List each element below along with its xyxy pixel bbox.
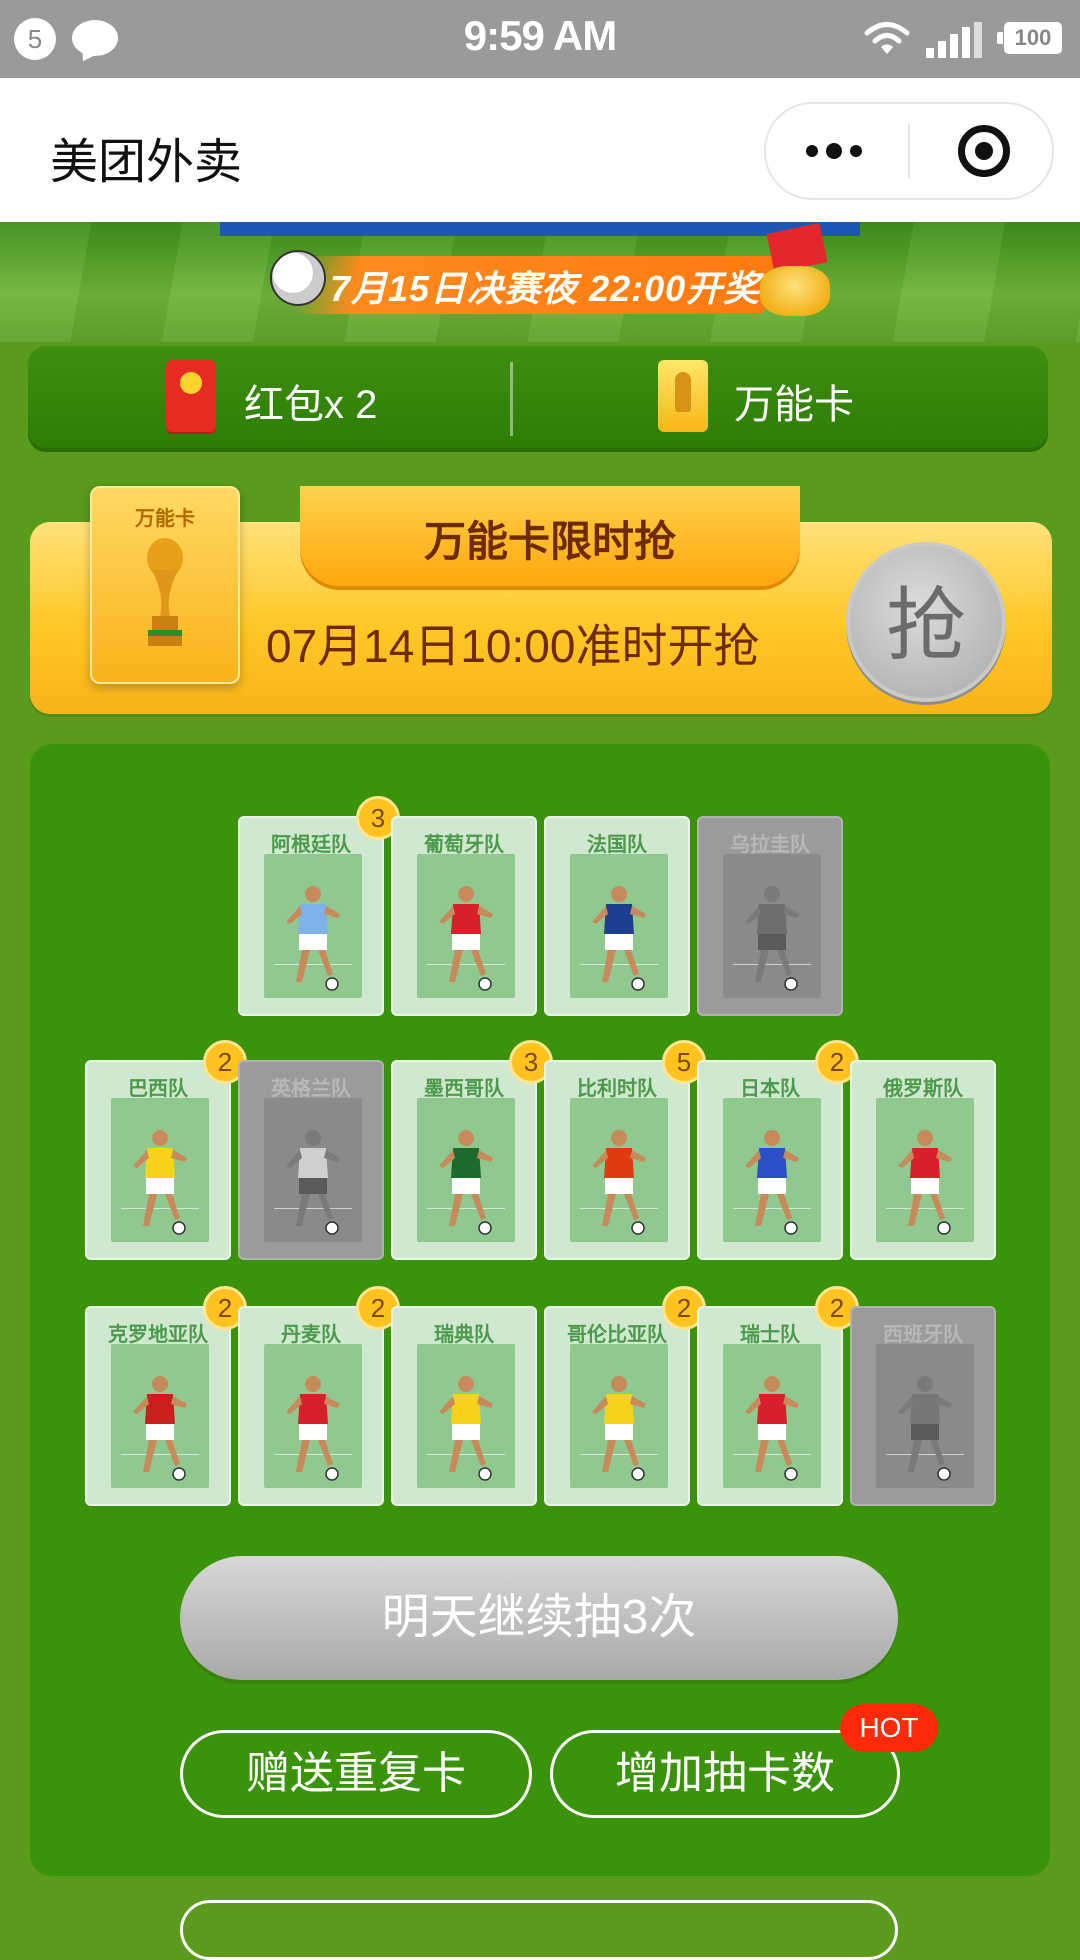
card-field <box>570 1098 668 1242</box>
gold-coins-icon <box>760 266 830 316</box>
gift-duplicate-card-button[interactable]: 赠送重复卡 <box>180 1730 532 1818</box>
banner-top-strip <box>220 222 860 236</box>
wild-card-label[interactable]: 万能卡 <box>734 372 854 430</box>
team-card[interactable]: 巴西队 2 <box>85 1040 247 1260</box>
world-cup-banner: 7月15日决赛夜 22:00开奖 <box>0 222 1080 342</box>
card-field <box>264 854 362 998</box>
card-field <box>570 854 668 998</box>
card-field <box>264 1098 362 1242</box>
card-field <box>417 1098 515 1242</box>
team-card[interactable]: 英格兰队 <box>238 1060 384 1260</box>
player-figure-icon <box>286 1376 340 1481</box>
player-figure-icon <box>133 1376 187 1481</box>
team-card[interactable]: 俄罗斯队 <box>850 1060 996 1260</box>
player-figure-icon <box>898 1130 952 1235</box>
wild-card-image-label: 万能卡 <box>135 508 195 530</box>
team-card[interactable]: 瑞士队 2 <box>697 1286 859 1506</box>
player-figure-icon <box>745 886 799 991</box>
team-name: 俄罗斯队 <box>883 1078 963 1100</box>
team-name: 乌拉圭队 <box>730 834 810 856</box>
team-name: 西班牙队 <box>883 1324 963 1346</box>
player-figure-icon <box>439 886 493 991</box>
draw-card-button[interactable]: 明天继续抽3次 <box>180 1556 898 1680</box>
card-field <box>570 1344 668 1488</box>
red-packet-icon <box>166 360 216 432</box>
title-bar: 美团外卖 <box>0 78 1080 222</box>
wifi-icon <box>864 22 910 54</box>
team-name: 瑞典队 <box>434 1324 494 1346</box>
player-figure-icon <box>439 1130 493 1235</box>
card-field <box>111 1098 209 1242</box>
flash-sale-title: 万能卡限时抢 <box>423 518 676 565</box>
battery-icon: 100 <box>997 22 1062 54</box>
card-field <box>876 1344 974 1488</box>
close-circle-icon[interactable] <box>958 125 1010 177</box>
red-packet-count[interactable]: 红包x 2 <box>244 372 377 430</box>
team-card[interactable]: 丹麦队 2 <box>238 1286 400 1506</box>
team-card[interactable]: 瑞典队 <box>391 1306 537 1506</box>
player-figure-icon <box>745 1376 799 1481</box>
bottom-partial-button[interactable] <box>180 1900 898 1960</box>
capsule-divider <box>908 124 910 178</box>
team-card[interactable]: 葡萄牙队 <box>391 816 537 1016</box>
mini-program-capsule <box>764 102 1054 200</box>
team-card[interactable]: 法国队 <box>544 816 690 1016</box>
player-figure-icon <box>898 1376 952 1481</box>
player-figure-icon <box>133 1130 187 1235</box>
card-field <box>723 1344 821 1488</box>
player-figure-icon <box>745 1130 799 1235</box>
team-card[interactable]: 乌拉圭队 <box>697 816 843 1016</box>
more-icon[interactable] <box>806 142 870 160</box>
card-field <box>417 854 515 998</box>
card-field <box>111 1344 209 1488</box>
team-name: 葡萄牙队 <box>424 834 504 856</box>
player-figure-icon <box>592 1376 646 1481</box>
hot-badge: HOT <box>840 1704 938 1752</box>
card-field <box>417 1344 515 1488</box>
team-card[interactable]: 克罗地亚队 2 <box>85 1286 247 1506</box>
player-figure-icon <box>592 886 646 991</box>
player-figure-icon <box>286 1130 340 1235</box>
reward-bar: 红包x 2 万能卡 <box>28 346 1048 452</box>
flash-sale-time: 07月14日10:00准时开抢 <box>266 620 760 672</box>
reward-divider <box>510 362 513 436</box>
player-figure-icon <box>592 1130 646 1235</box>
trophy-icon <box>147 538 183 646</box>
page-title: 美团外卖 <box>50 136 243 189</box>
player-figure-icon <box>286 886 340 991</box>
player-figure-icon <box>439 1376 493 1481</box>
card-field <box>876 1098 974 1242</box>
card-field <box>723 1098 821 1242</box>
status-time: 9:59 AM <box>463 12 618 59</box>
wild-card-image: 万能卡 <box>90 486 240 684</box>
wild-card-icon <box>658 360 708 432</box>
signal-icon <box>926 22 982 58</box>
soccer-ball-icon <box>270 250 326 306</box>
banner-text: 7月15日决赛夜 22:00开奖 <box>330 268 761 309</box>
team-card[interactable]: 哥伦比亚队 2 <box>544 1286 706 1506</box>
team-name: 法国队 <box>587 834 647 856</box>
flash-sale-title-tab: 万能卡限时抢 <box>300 486 800 586</box>
team-card[interactable]: 日本队 2 <box>697 1040 859 1260</box>
team-name: 英格兰队 <box>271 1078 351 1100</box>
team-card[interactable]: 西班牙队 <box>850 1306 996 1506</box>
team-card[interactable]: 比利时队 5 <box>544 1040 706 1260</box>
grab-button[interactable]: 抢 <box>846 542 1006 702</box>
status-bar: 5 9:59 AM 100 <box>0 0 1080 78</box>
card-field <box>264 1344 362 1488</box>
card-field <box>723 854 821 998</box>
team-card[interactable]: 阿根廷队 3 <box>238 796 400 1016</box>
team-card[interactable]: 墨西哥队 3 <box>391 1040 553 1260</box>
